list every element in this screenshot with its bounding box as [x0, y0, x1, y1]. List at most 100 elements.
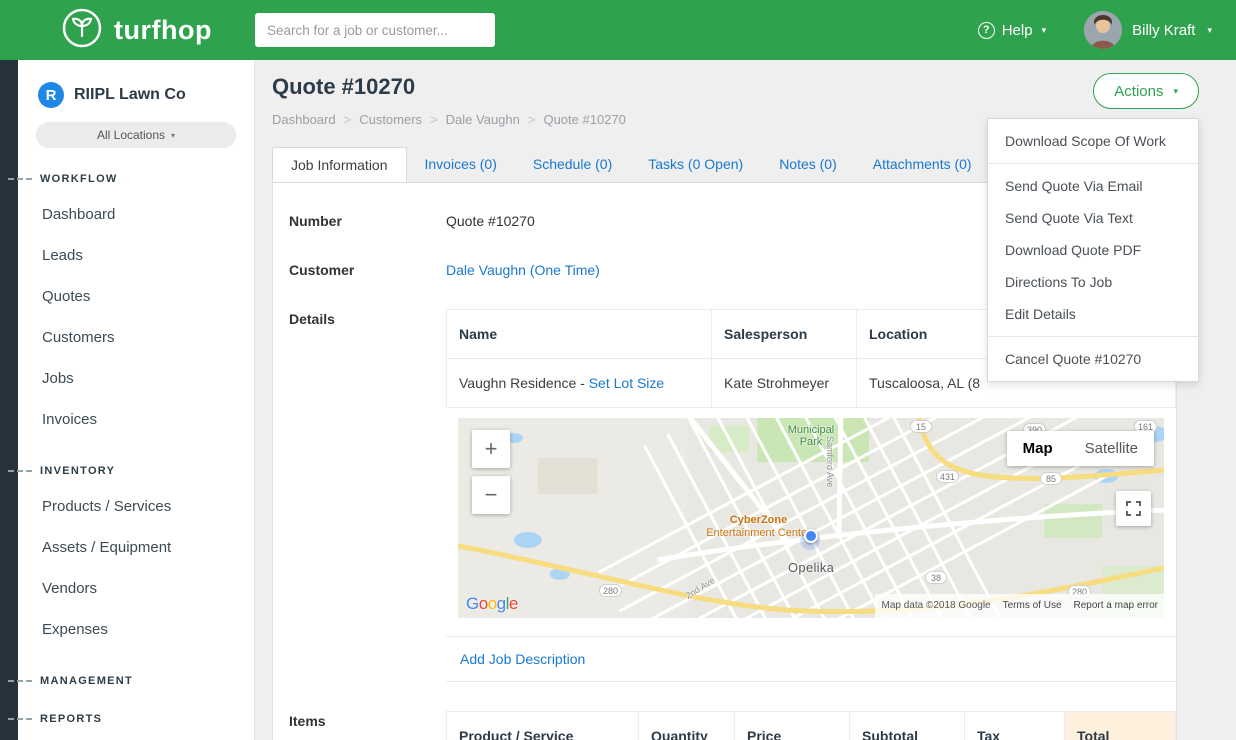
items-table: Product / Service Quantity Price Subtota… [446, 711, 1176, 740]
tab-invoices[interactable]: Invoices (0) [407, 147, 515, 182]
nav-section-inventory: INVENTORY [0, 464, 254, 478]
details-col-salesperson: Salesperson [712, 310, 857, 359]
breadcrumb-dashboard[interactable]: Dashboard [272, 112, 336, 127]
sidebar-item-invoices[interactable]: Invoices [0, 399, 254, 440]
page-title: Quote #10270 [272, 60, 1177, 100]
items-col-subtotal: Subtotal [850, 712, 965, 740]
breadcrumb-separator: > [528, 112, 536, 127]
items-col-total: Total [1065, 712, 1176, 740]
zoom-in-button[interactable]: + [472, 430, 510, 468]
road-badge-431: 431 [936, 470, 959, 483]
breadcrumb-customers[interactable]: Customers [359, 112, 422, 127]
global-search [255, 13, 495, 47]
menu-item-download-quote-pdf[interactable]: Download Quote PDF [988, 234, 1198, 266]
avatar [1084, 11, 1122, 49]
sidebar-item-leads[interactable]: Leads [0, 235, 254, 276]
report-map-error-link[interactable]: Report a map error [1074, 596, 1158, 616]
menu-item-send-quote-via-email[interactable]: Send Quote Via Email [988, 170, 1198, 202]
sidebar-item-vendors[interactable]: Vendors [0, 568, 254, 609]
sidebar-item-assets-equipment[interactable]: Assets / Equipment [0, 527, 254, 568]
breadcrumb-customer-name[interactable]: Dale Vaughn [446, 112, 520, 127]
tab-tasks[interactable]: Tasks (0 Open) [630, 147, 761, 182]
details-col-name: Name [447, 310, 712, 359]
nav-section-management: MANAGEMENT [0, 674, 254, 688]
map-zoom-controls: + − [472, 430, 510, 514]
actions-button[interactable]: Actions ▾ [1093, 73, 1199, 109]
map-attribution: Map data ©2018 Google Terms of Use Repor… [875, 594, 1164, 618]
actions-dropdown-menu: Download Scope Of Work Send Quote Via Em… [987, 118, 1199, 382]
nav-section-reports: REPORTS [0, 712, 254, 726]
add-job-description-link[interactable]: Add Job Description [460, 651, 585, 667]
menu-item-cancel-quote[interactable]: Cancel Quote #10270 [988, 343, 1198, 375]
sidebar: R RIIPL Lawn Co All Locations ▾ WORKFLOW… [0, 60, 255, 740]
menu-item-directions-to-job[interactable]: Directions To Job [988, 266, 1198, 298]
sidebar-item-jobs[interactable]: Jobs [0, 358, 254, 399]
breadcrumb-separator: > [430, 112, 438, 127]
menu-item-edit-details[interactable]: Edit Details [988, 298, 1198, 330]
actions-button-label: Actions [1114, 83, 1163, 100]
road-badge-38: 38 [925, 571, 947, 584]
tab-notes[interactable]: Notes (0) [761, 147, 855, 182]
help-label: Help [1002, 22, 1033, 39]
topbar: turfhop ? Help ▾ Billy Kraft ▾ [0, 0, 1236, 60]
menu-item-download-scope-of-work[interactable]: Download Scope Of Work [988, 125, 1198, 157]
menu-item-send-quote-via-text[interactable]: Send Quote Via Text [988, 202, 1198, 234]
company-header[interactable]: R RIIPL Lawn Co [38, 82, 236, 108]
map-type-satellite-button[interactable]: Satellite [1069, 431, 1154, 466]
company-name: RIIPL Lawn Co [74, 86, 186, 104]
user-name: Billy Kraft [1132, 22, 1195, 39]
brand[interactable]: turfhop [0, 6, 255, 55]
chevron-down-icon: ▾ [171, 131, 175, 140]
road-badge-280-west: 280 [599, 584, 622, 597]
google-logo[interactable]: Google [466, 594, 518, 614]
customer-label: Customer [289, 260, 446, 280]
sidebar-nav: WORKFLOW Dashboard Leads Quotes Customer… [0, 172, 254, 726]
set-lot-size-link[interactable]: Set Lot Size [589, 375, 665, 391]
sidebar-item-dashboard[interactable]: Dashboard [0, 194, 254, 235]
items-row: Items Product / Service Quantity Price [289, 711, 1176, 740]
items-label: Items [289, 711, 446, 740]
chevron-down-icon: ▾ [1042, 25, 1047, 36]
customer-link[interactable]: Dale Vaughn [446, 262, 526, 278]
items-col-quantity: Quantity [639, 712, 735, 740]
terms-of-use-link[interactable]: Terms of Use [1003, 596, 1062, 616]
tab-schedule[interactable]: Schedule (0) [515, 147, 630, 182]
main-content: Quote #10270 Dashboard > Customers > Dal… [255, 60, 1236, 740]
help-menu[interactable]: ? Help ▾ [978, 22, 1046, 39]
number-label: Number [289, 211, 446, 231]
sidebar-accent-strip [0, 60, 18, 740]
tab-attachments[interactable]: Attachments (0) [855, 147, 990, 182]
fullscreen-button[interactable] [1116, 491, 1151, 526]
items-col-product-service: Product / Service [447, 712, 639, 740]
map-type-map-button[interactable]: Map [1007, 431, 1069, 466]
company-logo-icon: R [38, 82, 64, 108]
items-col-price: Price [735, 712, 850, 740]
zoom-out-button[interactable]: − [472, 476, 510, 514]
map-street-samford-ave: Samford Ave [820, 436, 840, 487]
road-badge-15: 15 [910, 420, 932, 433]
job-location-map[interactable]: Municipal Park CyberZone Entertainment C… [458, 418, 1164, 618]
tab-job-information[interactable]: Job Information [272, 147, 407, 182]
user-menu[interactable]: Billy Kraft ▾ [1084, 11, 1212, 49]
map-data-credit: Map data ©2018 Google [881, 596, 990, 616]
chevron-down-icon: ▾ [1207, 25, 1212, 36]
topbar-right: ? Help ▾ Billy Kraft ▾ [978, 11, 1236, 49]
salesperson-value: Kate Strohmeyer [712, 359, 857, 408]
map-type-toggle: Map Satellite [1007, 431, 1154, 466]
add-job-description-box: Add Job Description [446, 636, 1176, 682]
customer-type-link[interactable]: (One Time) [530, 262, 600, 278]
search-input[interactable] [255, 13, 495, 47]
sidebar-item-customers[interactable]: Customers [0, 317, 254, 358]
fullscreen-icon [1126, 501, 1141, 516]
sidebar-item-quotes[interactable]: Quotes [0, 276, 254, 317]
location-filter-label: All Locations [97, 128, 165, 142]
sidebar-item-products-services[interactable]: Products / Services [0, 486, 254, 527]
nav-section-workflow: WORKFLOW [0, 172, 254, 186]
property-name: Vaughn Residence - [459, 375, 589, 391]
brand-name: turfhop [114, 15, 212, 46]
location-filter-button[interactable]: All Locations ▾ [36, 122, 236, 148]
turfhop-logo-icon [60, 6, 104, 55]
sidebar-item-expenses[interactable]: Expenses [0, 609, 254, 650]
road-badge-85: 85 [1040, 472, 1062, 485]
map-marker[interactable] [804, 529, 818, 543]
